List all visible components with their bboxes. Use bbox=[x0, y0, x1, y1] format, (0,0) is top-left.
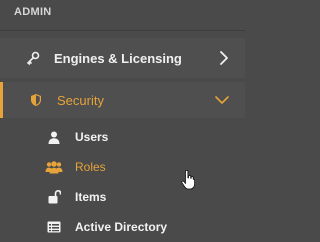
directory-card-icon bbox=[45, 219, 63, 235]
admin-sidebar-panel: ADMIN Engines & Licensing Security Users… bbox=[0, 0, 245, 242]
chevron-down-icon[interactable] bbox=[215, 95, 229, 105]
sidebar-item-label: Roles bbox=[75, 160, 106, 174]
nav-item-label: Engines & Licensing bbox=[54, 50, 182, 66]
sidebar-item-label: Users bbox=[75, 130, 109, 144]
shield-icon bbox=[27, 91, 45, 109]
chevron-right-icon[interactable] bbox=[219, 51, 229, 65]
sidebar-item-items[interactable]: Items bbox=[0, 182, 245, 212]
section-header-admin: ADMIN bbox=[14, 6, 52, 18]
sidebar-item-label: Active Directory bbox=[75, 220, 168, 234]
divider bbox=[0, 30, 245, 31]
sidebar-item-users[interactable]: Users bbox=[0, 122, 245, 152]
unlock-icon bbox=[45, 189, 63, 205]
sidebar-item-roles[interactable]: Roles bbox=[0, 152, 245, 182]
hand-cursor-icon bbox=[181, 170, 195, 190]
nav-item-engines-licensing[interactable]: Engines & Licensing bbox=[0, 38, 245, 78]
nav-item-label: Security bbox=[57, 92, 104, 108]
users-group-icon bbox=[45, 159, 63, 175]
key-icon bbox=[24, 49, 42, 67]
sidebar-item-label: Items bbox=[75, 190, 107, 204]
sidebar-item-active-directory[interactable]: Active Directory bbox=[0, 212, 245, 242]
user-icon bbox=[45, 129, 63, 145]
nav-item-security[interactable]: Security bbox=[0, 82, 245, 118]
